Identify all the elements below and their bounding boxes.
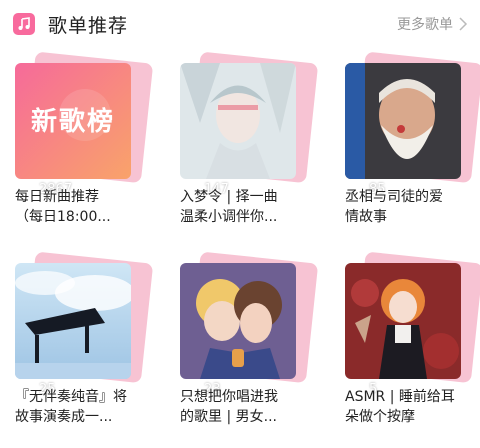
playlist-cover [15,263,131,379]
cover-title: 新歌榜 [30,107,115,137]
playlist-cover [345,263,461,379]
playlist-cover: 新歌榜 [15,63,131,179]
playlist-title[interactable]: 每日新曲推荐 （每日18:00... [15,187,135,227]
chevron-right-icon [459,17,468,31]
section-header: 歌单推荐 更多歌单 [0,0,480,52]
playlist-cover [180,263,296,379]
playlist-title[interactable]: 只想把你唱进我 的歌里 | 男女... [180,387,300,427]
more-label: 更多歌单 [397,17,453,33]
more-playlists-link[interactable]: 更多歌单 [397,14,468,34]
playlist-title[interactable]: 入梦令 | 择一曲 温柔小调伴你... [180,187,300,227]
playlist-title[interactable]: 『无伴奏纯音』将 故事演奏成一... [15,387,135,427]
playlist-card[interactable]: 25 『无伴奏纯音』将 故事演奏成一... [15,251,154,425]
music-note-icon [13,13,35,35]
playlist-card[interactable]: 5 ASMR | 睡前给耳 朵做个按摩 [345,251,480,425]
playlist-card[interactable]: 85 丞相与司徒的爱 情故事 [345,51,480,225]
playlist-card[interactable]: 23 只想把你唱进我 的歌里 | 男女... [180,251,319,425]
section-title: 歌单推荐 [48,15,129,37]
playlist-cover [180,63,296,179]
playlist-card[interactable]: 新歌榜 2867 每日新曲推荐 （每日18:00... [15,51,154,225]
playlist-card[interactable]: 147 入梦令 | 择一曲 温柔小调伴你... [180,51,319,225]
playlist-cover [345,63,461,179]
playlist-title[interactable]: 丞相与司徒的爱 情故事 [345,187,465,227]
playlist-title[interactable]: ASMR | 睡前给耳 朵做个按摩 [345,387,465,427]
